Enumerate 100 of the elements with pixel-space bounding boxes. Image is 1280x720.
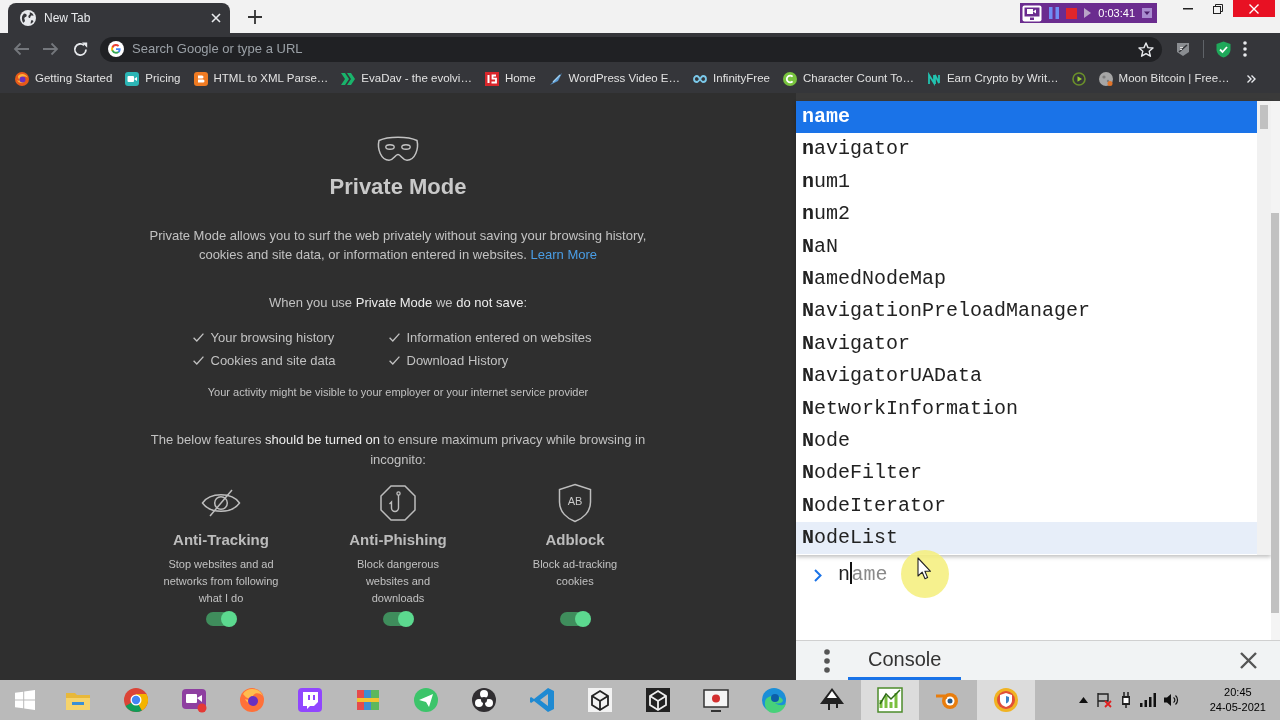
- ribbon-icon: [528, 686, 556, 714]
- wheel-icon: [122, 686, 150, 714]
- wave-icon: [760, 686, 788, 714]
- restore-icon[interactable]: [1213, 4, 1223, 14]
- cube-icon: [644, 686, 672, 714]
- plug-icon[interactable]: [1119, 692, 1132, 708]
- check-icon: [192, 356, 204, 365]
- eye-slash-icon: [201, 489, 241, 517]
- suggestion-item[interactable]: NavigatorUAData: [796, 360, 1257, 393]
- ring-icon: [782, 72, 797, 86]
- check-icon: [388, 356, 400, 365]
- clock-time: 20:45: [1223, 685, 1253, 700]
- menu-icon[interactable]: [824, 648, 830, 673]
- octagon-hook-icon: [380, 485, 416, 521]
- globe-icon: [20, 10, 36, 26]
- aperture-icon: [470, 686, 498, 714]
- minimize-icon[interactable]: [1183, 8, 1193, 10]
- suggestion-item[interactable]: NamedNodeMap: [796, 262, 1257, 296]
- clock-date: 24-05-2021: [1209, 700, 1266, 715]
- bookmark-link[interactable]: Pricing: [125, 70, 181, 88]
- recording-time: 0:03:41: [1098, 5, 1135, 21]
- suggestion-item[interactable]: NavigationPreloadManager: [796, 295, 1257, 328]
- caret-up-icon[interactable]: [1078, 697, 1088, 703]
- intro-text: Private Mode allows you to surf the web privately without saving your browsing history, cookies and site data, or information entered in websites. Learn More: [148, 227, 648, 264]
- bookmark-link[interactable]: EvaDav - the evolvi…: [341, 70, 472, 88]
- suggestion-item[interactable]: NaN: [796, 230, 1257, 263]
- start-icon[interactable]: [14, 690, 35, 710]
- not-saved-heading: When you use Private Mode we do not save:: [268, 294, 528, 312]
- reload-icon[interactable]: [73, 41, 88, 57]
- console-input[interactable]: name: [838, 560, 888, 590]
- bookmark-link[interactable]: WordPress Video E…: [548, 70, 681, 88]
- suggestion-item[interactable]: NodeIterator: [796, 489, 1257, 523]
- feature-title: Adblock: [545, 530, 605, 550]
- back-icon[interactable]: [13, 42, 29, 56]
- video-camera-icon: [125, 72, 140, 86]
- feature-title: Anti-Phishing: [349, 530, 447, 550]
- badge-icon[interactable]: [1175, 41, 1191, 57]
- page-title: Private Mode: [328, 174, 468, 200]
- feature-description: Block dangerous websites and downloads: [356, 557, 440, 606]
- dropdown-icon[interactable]: [1142, 8, 1152, 18]
- play-icon[interactable]: [1084, 8, 1092, 18]
- suggestion-item[interactable]: name: [796, 101, 1257, 134]
- volume-icon[interactable]: [1163, 693, 1180, 707]
- toggle-switch[interactable]: [206, 612, 236, 626]
- visibility-note: Your activity might be visible to your employer or your internet service provider: [206, 385, 590, 400]
- tile-icon: [484, 72, 499, 86]
- bookmark-link[interactable]: Getting Started: [15, 70, 113, 88]
- speech-bubble-icon: [296, 686, 324, 714]
- bookmark-link[interactable]: Earn Crypto by Writ…: [926, 70, 1059, 88]
- suggestion-item[interactable]: Node: [796, 424, 1257, 458]
- suggestion-item[interactable]: navigator: [796, 133, 1257, 166]
- pause-icon[interactable]: [1049, 7, 1060, 19]
- suggestion-item[interactable]: NetworkInformation: [796, 392, 1257, 425]
- window-close-button[interactable]: [1233, 0, 1275, 17]
- flag-icon[interactable]: [1095, 692, 1112, 708]
- shield-icon: AB: [558, 483, 592, 523]
- signal-icon[interactable]: [1139, 693, 1156, 707]
- orb-icon: [238, 686, 266, 714]
- plus-icon[interactable]: [248, 10, 262, 24]
- chevrons-icon: [341, 72, 356, 86]
- suggestion-item[interactable]: NodeFilter: [796, 457, 1257, 490]
- document-icon: [193, 72, 208, 86]
- moon-icon: [1098, 72, 1113, 86]
- check-icon: [388, 333, 400, 342]
- list-item-text: Cookies and site data: [210, 351, 336, 370]
- video-camera-icon[interactable]: [1022, 4, 1043, 22]
- chevron-icon: [814, 568, 822, 582]
- bookmark-link[interactable]: HTML to XML Parse…: [193, 70, 329, 88]
- feature-description: Stop websites and ad networks from following what I do: [162, 557, 280, 606]
- suggestion-item[interactable]: NodeList: [796, 522, 1257, 555]
- scrollbar[interactable]: [1257, 101, 1271, 555]
- toggle-switch[interactable]: [560, 612, 590, 626]
- learn-more-link[interactable]: Learn More: [530, 247, 598, 262]
- shield-check-icon[interactable]: [1216, 40, 1231, 58]
- chevrons-icon[interactable]: [1247, 75, 1256, 83]
- mask-icon: [376, 136, 420, 162]
- scrollbar[interactable]: [1271, 101, 1280, 640]
- suggestion-item[interactable]: Navigator: [796, 327, 1257, 361]
- bookmark-link[interactable]: Character Count To…: [782, 70, 914, 88]
- menu-icon[interactable]: [1243, 41, 1247, 57]
- feature-description: Block ad-tracking cookies: [531, 557, 619, 589]
- bookmark-link[interactable]: Home: [484, 70, 536, 88]
- features-intro: The below features should be turned on to ensure maximum privacy while browsing in incognito:: [149, 431, 647, 469]
- address-bar[interactable]: Search Google or type a URL: [100, 36, 1162, 62]
- suggestion-item[interactable]: num2: [796, 198, 1257, 231]
- suggestion-item[interactable]: num1: [796, 165, 1257, 199]
- check-icon: [192, 333, 204, 342]
- monitor-icon: [702, 686, 730, 714]
- toggle-switch[interactable]: [383, 612, 413, 626]
- forward-icon[interactable]: [43, 42, 59, 56]
- list-item-text: Your browsing history: [210, 328, 335, 347]
- browser-tab[interactable]: New Tab: [8, 3, 230, 33]
- star-icon[interactable]: [1138, 41, 1154, 57]
- close-icon[interactable]: [1240, 652, 1257, 669]
- bookmark-link[interactable]: InfinityFree: [693, 70, 770, 88]
- zigzag-icon: [926, 72, 941, 86]
- paper-plane-icon: [412, 686, 440, 714]
- bookmark-link[interactable]: Moon Bitcoin | Free…: [1098, 70, 1230, 88]
- infinity-icon: [693, 72, 708, 86]
- play-icon[interactable]: [1071, 72, 1086, 86]
